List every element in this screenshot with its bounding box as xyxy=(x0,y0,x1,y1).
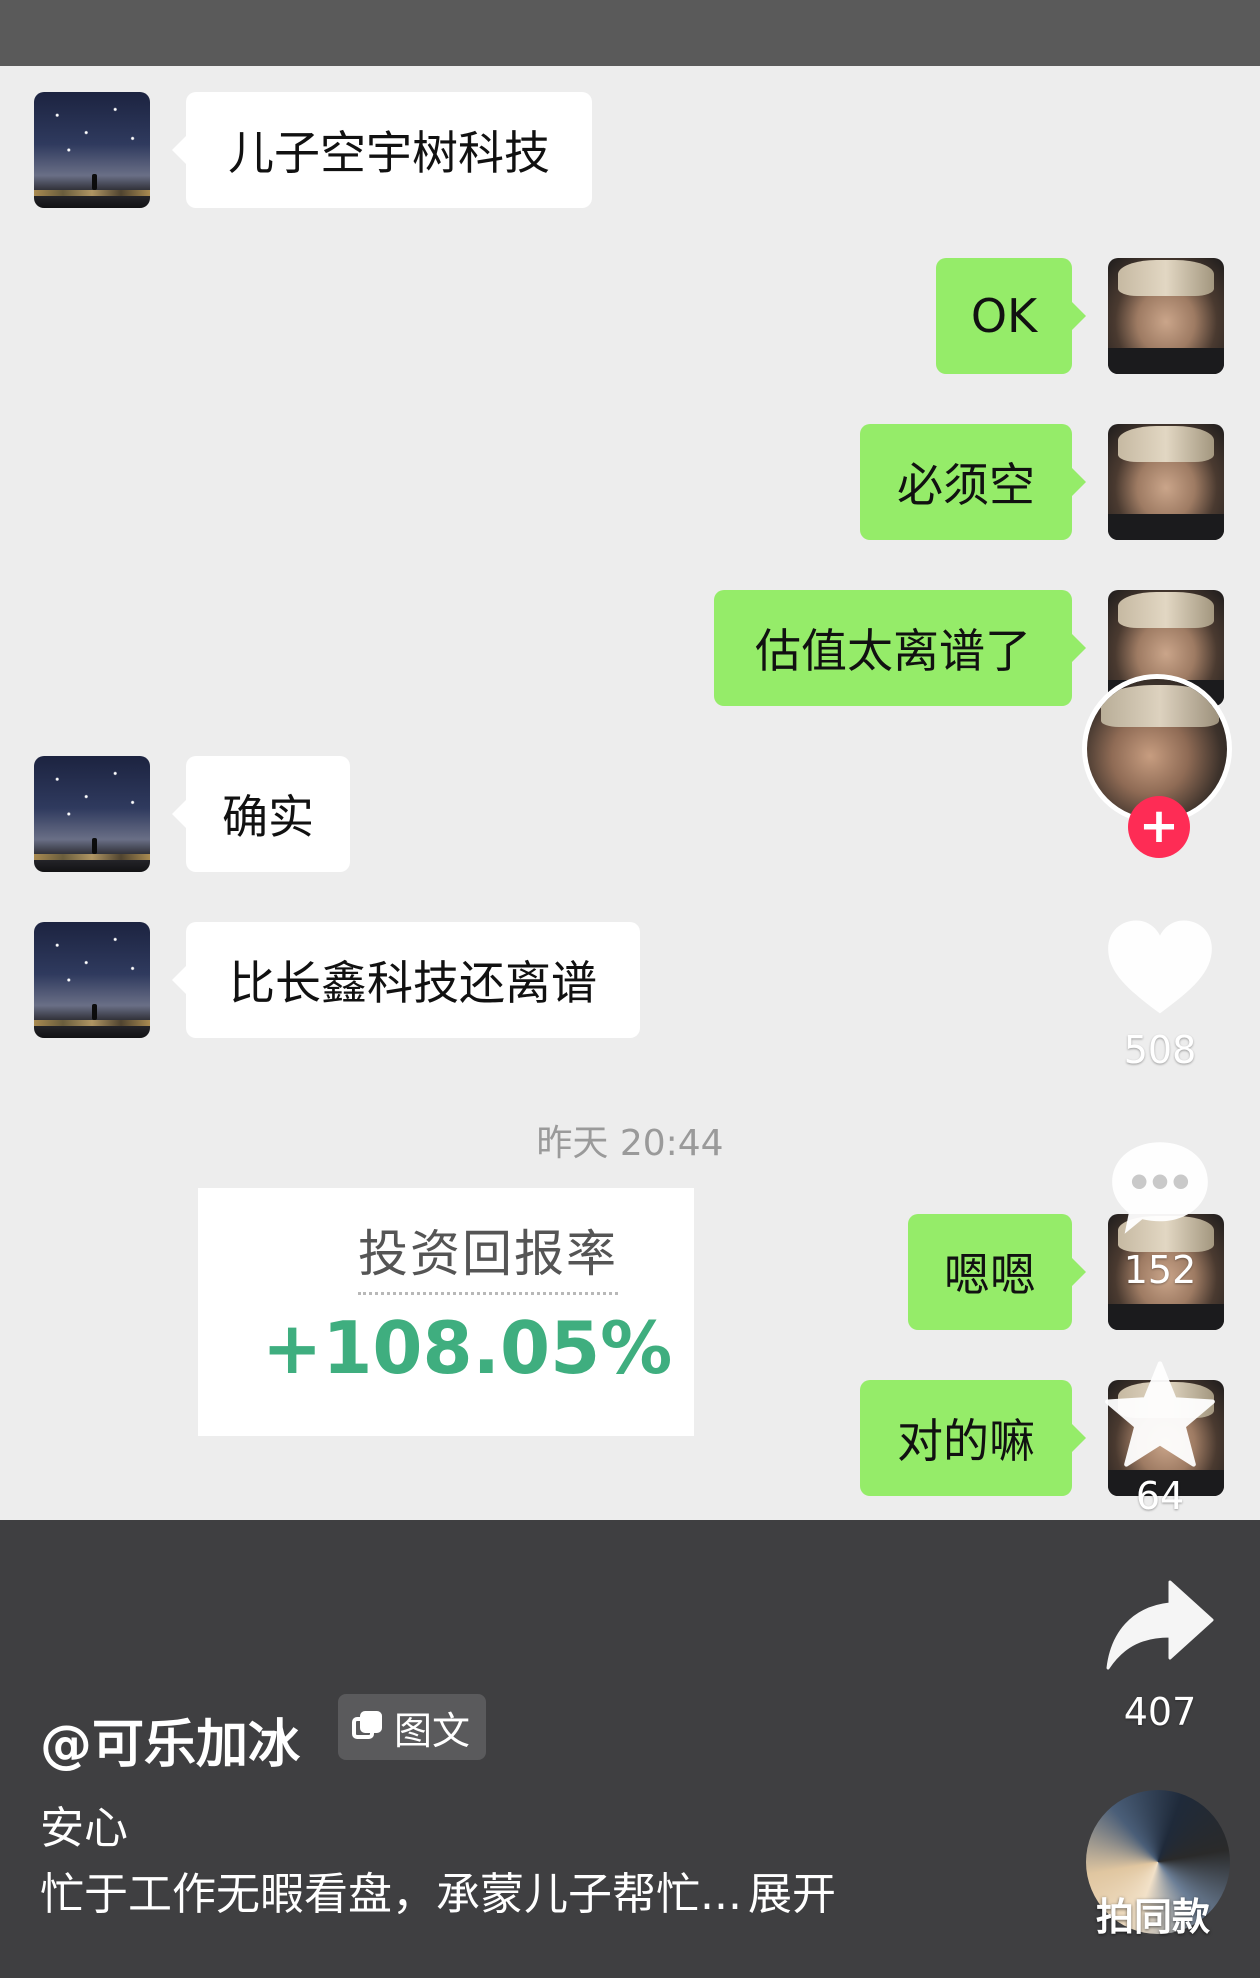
chat-bubble-sent: 必须空 xyxy=(860,424,1086,540)
roi-label: 投资回报率 xyxy=(358,1214,618,1295)
top-status-bar xyxy=(0,0,1260,66)
contact-avatar xyxy=(34,92,150,208)
comment-icon[interactable] xyxy=(1108,1138,1212,1238)
same-style-button[interactable]: 拍同款 xyxy=(1096,1886,1210,1941)
comment-count: 152 xyxy=(1123,1248,1197,1292)
chat-bubble-sent: OK xyxy=(936,258,1086,374)
contact-avatar xyxy=(34,922,150,1038)
expand-button[interactable]: 展开 xyxy=(748,1869,836,1920)
share-icon[interactable] xyxy=(1104,1578,1216,1672)
chat-bubble-received: 儿子空宇树科技 xyxy=(172,92,592,208)
post-type-label: 图文 xyxy=(394,1708,471,1753)
star-icon[interactable] xyxy=(1104,1360,1216,1468)
caption-text: 忙于工作无暇看盘，承蒙儿子帮忙... 展开 xyxy=(40,1858,836,1922)
caption-body: 忙于工作无暇看盘，承蒙儿子帮忙... xyxy=(40,1869,742,1920)
user-avatar xyxy=(1108,258,1224,374)
chat-bubble-sent: 嗯嗯 xyxy=(908,1214,1086,1330)
roi-value: +108.05% xyxy=(262,1306,673,1390)
chat-timestamp: 昨天 20:44 xyxy=(536,1123,724,1164)
share-count: 407 xyxy=(1123,1690,1197,1734)
heart-icon[interactable] xyxy=(1106,918,1214,1018)
caption-title: 安心 xyxy=(40,1803,128,1854)
user-avatar xyxy=(1108,424,1224,540)
chat-bubble-sent: 估值太离谱了 xyxy=(714,590,1086,706)
chat-bubble-sent: 对的嘛 xyxy=(860,1380,1086,1496)
chat-bubble-received: 比长鑫科技还离谱 xyxy=(172,922,640,1038)
contact-avatar xyxy=(34,756,150,872)
plus-icon[interactable]: + xyxy=(1128,796,1190,858)
roi-image-card: 投资回报率 +108.05% xyxy=(198,1188,694,1436)
author-username[interactable]: @可乐加冰 xyxy=(40,1702,300,1777)
chat-bubble-received: 确实 xyxy=(172,756,350,872)
post-type-tag: 图文 xyxy=(338,1694,487,1760)
favorite-count: 64 xyxy=(1135,1474,1185,1518)
chat-screenshot: 儿子空宇树科技 OK 必须空 估值太离谱了 确实 比长鑫科技还离谱 昨天 20:… xyxy=(0,66,1260,1520)
like-count: 508 xyxy=(1123,1028,1197,1072)
image-text-icon xyxy=(352,1711,384,1743)
